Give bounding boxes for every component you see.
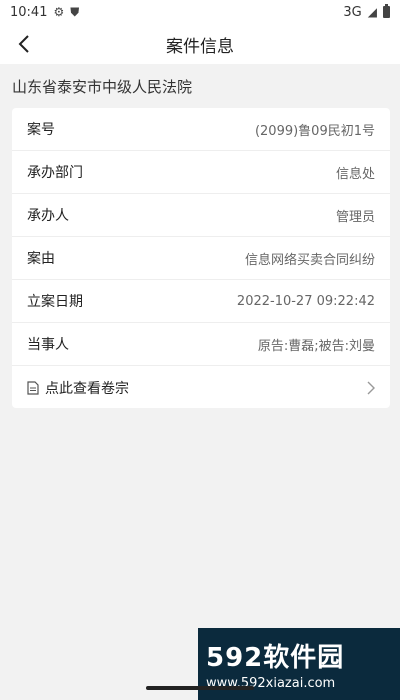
handler-value: 管理员 <box>335 209 375 225</box>
department-label: 承办部门 <box>27 165 83 181</box>
network-type: 3G <box>343 4 362 20</box>
document-icon <box>27 380 39 395</box>
chevron-right-icon <box>367 381 375 395</box>
case-info-card: 案号 (2099)鲁09民初1号 承办部门 信息处 承办人 管理员 案由 信息网… <box>12 108 390 408</box>
case-number-label: 案号 <box>27 122 55 138</box>
settings-gear-icon: ⚙ <box>53 5 65 19</box>
case-number-value: (2099)鲁09民初1号 <box>254 123 375 139</box>
shield-icon: ⛊ <box>70 4 80 19</box>
battery-icon <box>383 4 390 18</box>
view-file-link[interactable]: 点此查看卷宗 <box>12 366 390 408</box>
case-cause-label: 案由 <box>27 251 55 267</box>
case-cause-value: 信息网络买卖合同纠纷 <box>244 252 375 268</box>
filing-date-row: 立案日期 2022-10-27 09:22:42 <box>12 280 390 323</box>
case-number-row: 案号 (2099)鲁09民初1号 <box>12 108 390 151</box>
handler-row: 承办人 管理员 <box>12 194 390 237</box>
view-file-label: 点此查看卷宗 <box>45 380 129 397</box>
home-indicator[interactable] <box>146 686 254 690</box>
app-bar: 案件信息 <box>0 24 400 64</box>
parties-label: 当事人 <box>27 337 69 353</box>
case-cause-row: 案由 信息网络买卖合同纠纷 <box>12 237 390 280</box>
department-value: 信息处 <box>335 166 375 182</box>
signal-icon: ◢ <box>367 5 377 19</box>
status-time: 10:41 <box>10 4 48 20</box>
filing-date-label: 立案日期 <box>27 294 83 310</box>
parties-row: 当事人 原告:曹磊;被告:刘曼 <box>12 323 390 366</box>
parties-value: 原告:曹磊;被告:刘曼 <box>257 338 375 354</box>
court-name: 山东省泰安市中级人民法院 <box>12 78 193 96</box>
watermark-brand: 592软件园 <box>206 643 345 673</box>
status-bar: 10:41 ⚙ ⛊ 3G ◢ <box>0 0 400 24</box>
back-button[interactable] <box>10 30 38 58</box>
handler-label: 承办人 <box>27 208 69 224</box>
filing-date-value: 2022-10-27 09:22:42 <box>236 293 375 309</box>
page-title: 案件信息 <box>166 36 234 57</box>
department-row: 承办部门 信息处 <box>12 151 390 194</box>
chevron-left-icon <box>18 35 29 53</box>
